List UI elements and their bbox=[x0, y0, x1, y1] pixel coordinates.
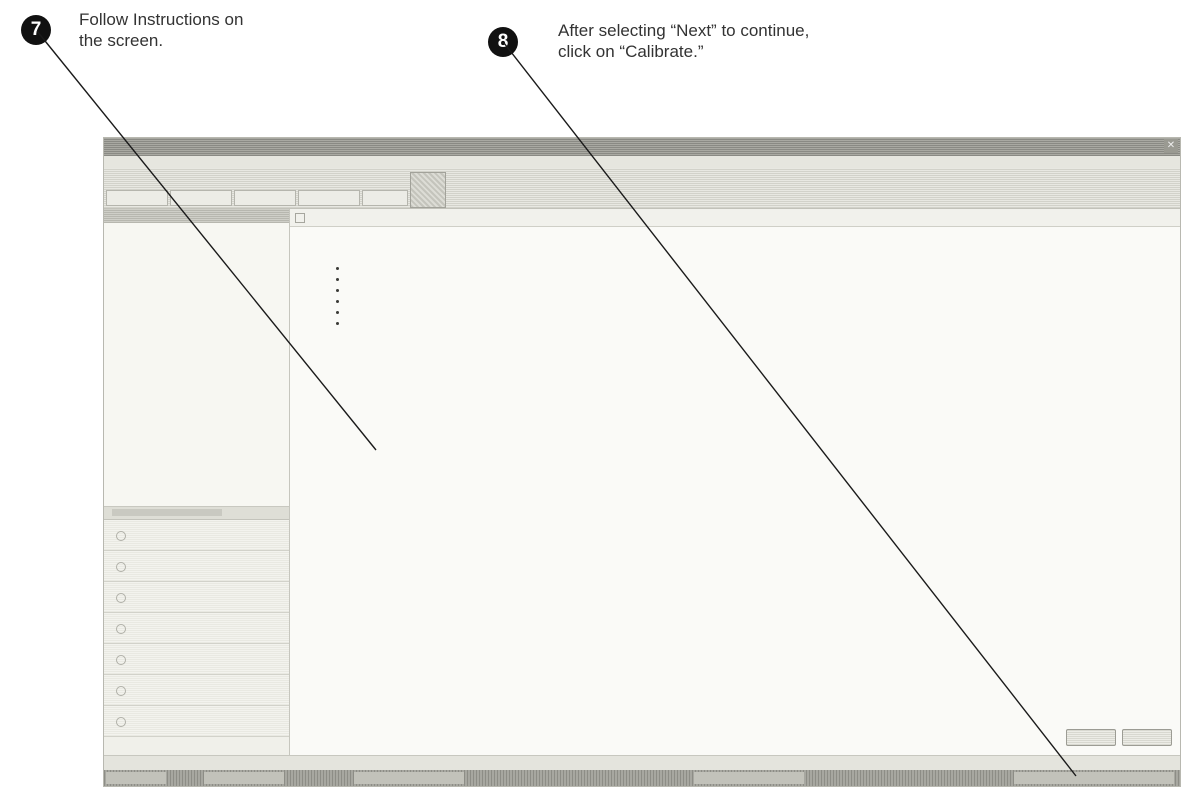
nav-item-icon bbox=[116, 530, 126, 541]
taskbar-item[interactable] bbox=[204, 772, 284, 784]
tree-item[interactable] bbox=[110, 290, 283, 299]
tree-item[interactable] bbox=[110, 263, 283, 272]
cancel-button[interactable] bbox=[1122, 729, 1172, 746]
close-icon[interactable]: ✕ bbox=[1164, 139, 1178, 153]
toolbar-button[interactable] bbox=[170, 190, 232, 206]
panel-header bbox=[290, 209, 1180, 227]
nav-item[interactable] bbox=[104, 613, 289, 644]
window-titlebar: ✕ bbox=[104, 138, 1180, 156]
step-7-line-1: Follow Instructions on bbox=[79, 10, 244, 29]
instruction-item bbox=[348, 296, 1164, 307]
nav-item-icon bbox=[116, 685, 126, 696]
menu-bar[interactable] bbox=[104, 156, 1180, 168]
toolbar-button[interactable] bbox=[298, 190, 360, 206]
nav-item-icon bbox=[116, 654, 126, 665]
step-8-callout-text: After selecting “Next” to continue, clic… bbox=[558, 20, 809, 62]
instruction-item bbox=[348, 274, 1164, 285]
nav-item[interactable] bbox=[104, 644, 289, 675]
nav-item[interactable] bbox=[104, 551, 289, 582]
instruction-item bbox=[348, 307, 1164, 318]
step-7-callout-text: Follow Instructions on the screen. bbox=[79, 9, 243, 51]
instruction-item bbox=[348, 318, 1164, 329]
instructions-content bbox=[318, 249, 1164, 343]
nav-item-icon bbox=[116, 592, 126, 603]
toolbar-button[interactable] bbox=[362, 190, 408, 206]
step-8-badge: 8 bbox=[488, 27, 518, 57]
tree-item[interactable] bbox=[110, 236, 283, 245]
dialog-buttons bbox=[1060, 729, 1172, 750]
step-8-line-2: click on “Calibrate.” bbox=[558, 42, 704, 61]
instructions-list bbox=[348, 263, 1164, 329]
step-7-line-2: the screen. bbox=[79, 31, 164, 50]
system-tray bbox=[1014, 772, 1174, 784]
next-button[interactable] bbox=[1066, 729, 1116, 746]
tree-item[interactable] bbox=[110, 299, 283, 308]
taskbar-item[interactable] bbox=[354, 772, 464, 784]
instruction-item bbox=[348, 263, 1164, 274]
tree-view[interactable] bbox=[104, 223, 289, 507]
main-panel bbox=[290, 209, 1180, 756]
tree-item[interactable] bbox=[110, 245, 283, 254]
toolbar-button[interactable] bbox=[234, 190, 296, 206]
nav-item[interactable] bbox=[104, 675, 289, 706]
toolbar-button[interactable] bbox=[106, 190, 168, 206]
left-panel bbox=[104, 209, 290, 756]
nav-item-icon bbox=[116, 716, 126, 727]
step-8-line-1: After selecting “Next” to continue, bbox=[558, 21, 810, 40]
status-bar bbox=[104, 755, 1180, 770]
tree-item[interactable] bbox=[110, 272, 283, 281]
step-7-badge: 7 bbox=[21, 15, 51, 45]
checkbox-icon[interactable] bbox=[295, 213, 305, 223]
taskbar bbox=[104, 770, 1180, 786]
nav-item-icon bbox=[116, 561, 126, 572]
nav-item[interactable] bbox=[104, 582, 289, 613]
nav-item[interactable] bbox=[104, 520, 289, 551]
tree-item[interactable] bbox=[110, 254, 283, 263]
toolbar-active-tool-icon[interactable] bbox=[410, 172, 446, 208]
nav-item[interactable] bbox=[104, 706, 289, 737]
toolbar bbox=[104, 168, 1180, 209]
left-panel-header bbox=[104, 209, 289, 223]
tree-horizontal-scrollbar[interactable] bbox=[104, 507, 289, 520]
tree-item[interactable] bbox=[110, 281, 283, 290]
nav-item-icon bbox=[116, 623, 126, 634]
scrollbar-thumb[interactable] bbox=[112, 509, 222, 516]
start-button[interactable] bbox=[106, 772, 166, 784]
instruction-item bbox=[348, 285, 1164, 296]
taskbar-item[interactable] bbox=[694, 772, 804, 784]
tree-item[interactable] bbox=[110, 227, 283, 236]
app-window: ✕ bbox=[103, 137, 1181, 787]
